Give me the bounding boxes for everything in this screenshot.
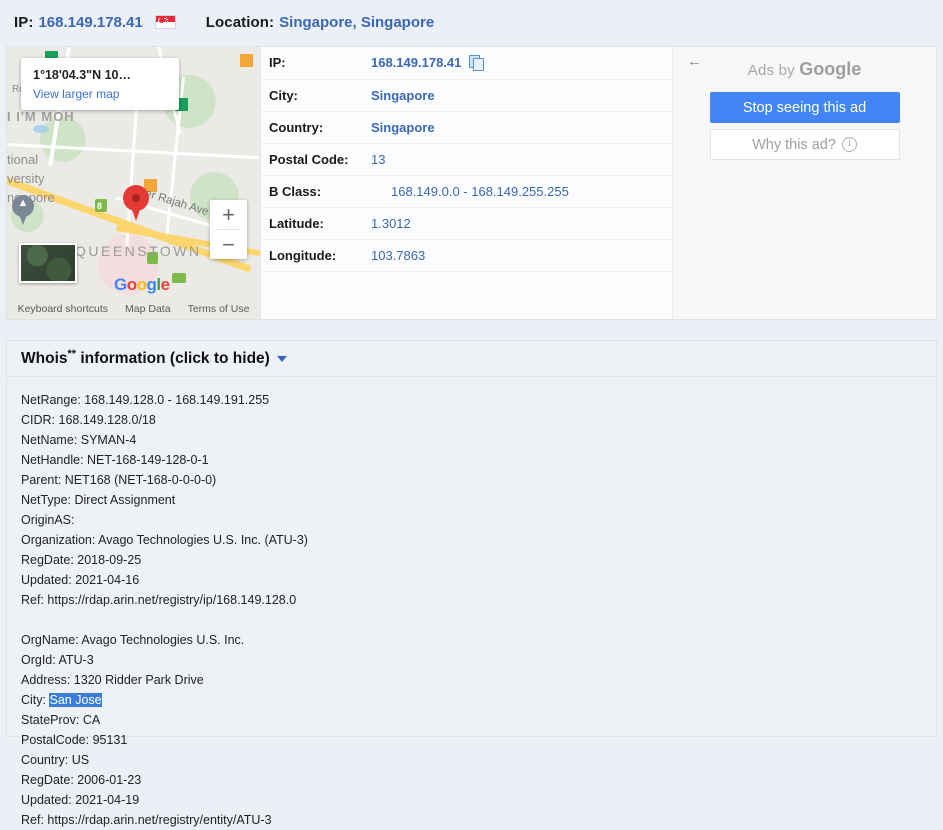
location-value: Singapore, Singapore bbox=[279, 13, 435, 31]
graduation-cap-icon: ▲ bbox=[17, 197, 29, 209]
table-row: B Class: 168.149.0.0 - 168.149.255.255 bbox=[261, 175, 672, 208]
map-info-popup[interactable]: 1°18'04.3"N 10… View larger map bbox=[21, 58, 179, 110]
info-icon: i bbox=[841, 137, 857, 152]
keyboard-shortcuts-link[interactable]: Keyboard shortcuts bbox=[18, 303, 108, 315]
detail-value: Singapore bbox=[369, 79, 672, 112]
ads-by-google-label: Ads by Google bbox=[673, 55, 936, 80]
whois-toggle-header[interactable]: Whois** information (click to hide) bbox=[7, 341, 936, 377]
map-label-national: tional bbox=[7, 152, 39, 167]
detail-key: Latitude: bbox=[261, 207, 369, 240]
ip-details-pane: IP: 168.149.178.41 City: Singapore Country: S… bbox=[261, 47, 672, 319]
table-row: Country: Singapore bbox=[261, 111, 672, 144]
copy-icon[interactable] bbox=[469, 55, 485, 72]
view-larger-map-link[interactable]: View larger map bbox=[33, 87, 167, 101]
table-row: Longitude: 103.7863 bbox=[261, 239, 672, 272]
zoom-out-button[interactable]: − bbox=[210, 230, 247, 259]
ads-by-prefix: Ads by bbox=[747, 62, 800, 79]
detail-value-text: 103.7863 bbox=[371, 247, 426, 263]
page-header: IP: 168.149.178.41 Location: Singapore, … bbox=[0, 0, 943, 44]
location-label: Location: bbox=[205, 13, 275, 31]
singapore-flag-icon bbox=[154, 15, 176, 29]
google-logo: Google bbox=[114, 275, 170, 294]
whois-card: Whois** information (click to hide) NetR… bbox=[6, 340, 937, 827]
whois-title-rest: information (click to hide) bbox=[76, 350, 270, 368]
map-poi bbox=[240, 54, 253, 67]
location-group: Location: Singapore, Singapore bbox=[206, 14, 434, 31]
detail-key: Country: bbox=[261, 111, 369, 144]
detail-value: 168.149.0.0 - 168.149.255.255 bbox=[369, 175, 672, 208]
whois-title: Whois** information (click to hide) bbox=[21, 348, 270, 368]
map-label-versity: versity bbox=[7, 171, 45, 186]
whois-title-asterisks: ** bbox=[67, 348, 77, 361]
map-zoom-controls[interactable]: + − bbox=[210, 200, 247, 259]
ad-panel: ← Ads by Google Stop seeing this ad Why … bbox=[672, 47, 936, 319]
map-widget[interactable]: 8 I I'M MOH tional versity ngapore Rd Ay… bbox=[7, 47, 261, 319]
detail-value: 13 bbox=[369, 143, 672, 176]
map-coordinates: 1°18'04.3"N 10… bbox=[33, 68, 131, 82]
ip-details-table: IP: 168.149.178.41 City: Singapore Country: S… bbox=[261, 47, 672, 272]
detail-value: 168.149.178.41 bbox=[369, 47, 672, 80]
detail-value: Singapore bbox=[369, 111, 672, 144]
map-water bbox=[33, 125, 49, 133]
detail-value-text: Singapore bbox=[371, 119, 435, 135]
table-row: Postal Code: 13 bbox=[261, 143, 672, 176]
table-row: IP: 168.149.178.41 bbox=[261, 47, 672, 80]
google-wordmark: Google bbox=[799, 59, 862, 79]
whois-text-post: StateProv: CA PostalCode: 95131 Country:… bbox=[21, 713, 272, 827]
detail-key: City: bbox=[261, 79, 369, 112]
detail-value-text: 1.3012 bbox=[371, 215, 411, 231]
detail-value-text: 168.149.178.41 bbox=[371, 55, 462, 71]
detail-value: 1.3012 bbox=[369, 207, 672, 240]
stop-seeing-this-ad-button[interactable]: Stop seeing this ad bbox=[709, 92, 900, 123]
map-poi bbox=[172, 273, 186, 283]
detail-key: Longitude: bbox=[261, 239, 369, 272]
table-row: Latitude: 1.3012 bbox=[261, 207, 672, 240]
detail-key: B Class: bbox=[261, 175, 369, 208]
detail-key: Postal Code: bbox=[261, 143, 369, 176]
whois-selected-text[interactable]: San Jose bbox=[49, 693, 102, 707]
map-label-queenstown: QUEENSTOWN bbox=[75, 243, 202, 259]
ip-value: 168.149.178.41 bbox=[38, 13, 143, 31]
map-satellite-thumbnail[interactable] bbox=[19, 243, 77, 283]
map-location-pin[interactable] bbox=[123, 185, 149, 221]
back-arrow-icon[interactable]: ← bbox=[687, 54, 702, 69]
why-this-ad-button[interactable]: Why this ad? i bbox=[709, 129, 900, 160]
whois-text-pre: NetRange: 168.149.128.0 - 168.149.191.25… bbox=[21, 393, 308, 707]
detail-value-text: Singapore bbox=[371, 87, 435, 103]
map-university-marker[interactable]: ▲ bbox=[12, 195, 34, 225]
map-data-link[interactable]: Map Data bbox=[125, 303, 171, 315]
whois-text: NetRange: 168.149.128.0 - 168.149.191.25… bbox=[7, 377, 936, 830]
whois-title-main: Whois bbox=[21, 350, 68, 368]
terms-of-use-link[interactable]: Terms of Use bbox=[188, 303, 250, 315]
zoom-in-button[interactable]: + bbox=[210, 200, 247, 229]
map-route-number: 8 bbox=[97, 201, 103, 211]
map-label-moh: I I'M MOH bbox=[7, 109, 75, 124]
why-this-ad-label: Why this ad? bbox=[752, 136, 836, 153]
detail-value: 103.7863 bbox=[369, 239, 672, 272]
table-row: City: Singapore bbox=[261, 79, 672, 112]
chevron-down-icon[interactable] bbox=[276, 355, 287, 362]
ip-label: IP: bbox=[14, 13, 34, 31]
result-card: 8 I I'M MOH tional versity ngapore Rd Ay… bbox=[6, 46, 937, 320]
detail-value-text: 13 bbox=[371, 151, 386, 167]
detail-value-text: 168.149.0.0 - 168.149.255.255 bbox=[391, 183, 569, 199]
map-footer: Keyboard shortcuts Map Data Terms of Use bbox=[7, 303, 260, 315]
detail-key: IP: bbox=[261, 47, 369, 80]
